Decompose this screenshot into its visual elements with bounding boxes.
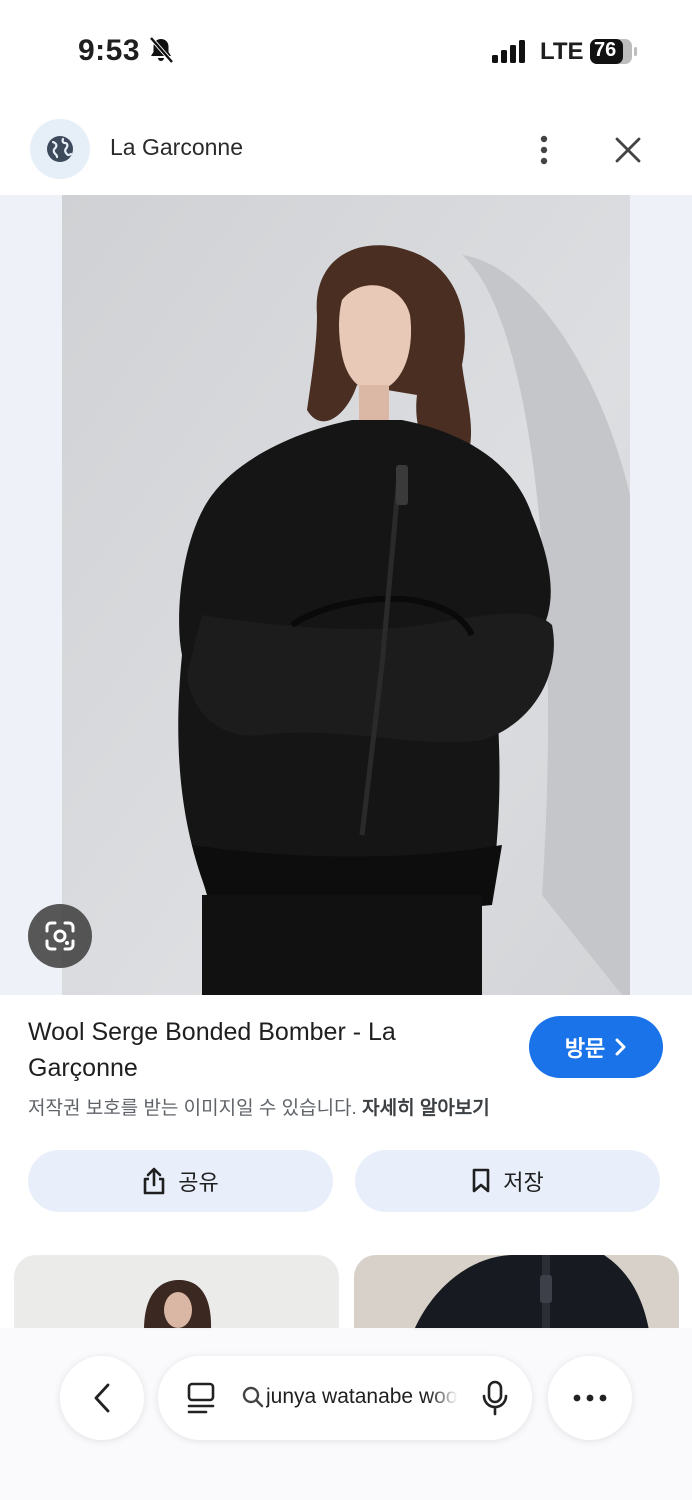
battery-level: 76	[594, 39, 617, 61]
copyright-text: 저작권 보호를 받는 이미지일 수 있습니다.	[28, 1098, 357, 1119]
more-horizontal-icon	[573, 1394, 607, 1402]
learn-more-link[interactable]: 자세히 알아보기	[362, 1098, 490, 1119]
more-vertical-icon	[540, 135, 548, 165]
back-button[interactable]	[60, 1356, 144, 1440]
search-icon	[242, 1386, 264, 1413]
status-bar: 9:53 LTE 76	[0, 0, 692, 100]
bell-muted-icon	[148, 36, 174, 69]
close-icon	[615, 137, 641, 163]
chevron-right-icon	[615, 1038, 626, 1056]
microphone-icon[interactable]	[482, 1380, 508, 1421]
cellular-signal-icon	[492, 40, 528, 69]
save-button[interactable]: 저장	[355, 1150, 660, 1212]
viewer-header: La Garconne	[0, 116, 692, 184]
site-name[interactable]: La Garconne	[110, 134, 243, 161]
share-button[interactable]: 공유	[28, 1150, 333, 1212]
save-label: 저장	[503, 1170, 544, 1195]
site-favicon	[30, 119, 90, 179]
related-image-thumbnail[interactable]	[354, 1255, 679, 1330]
network-type: LTE	[540, 38, 584, 65]
battery-icon: 76	[589, 38, 637, 64]
bottom-toolbar: junya watanabe wool	[0, 1328, 692, 1500]
related-image-thumbnail[interactable]	[14, 1255, 339, 1330]
visual-search-button[interactable]	[28, 904, 92, 968]
search-bar[interactable]: junya watanabe wool	[158, 1356, 532, 1440]
product-photo[interactable]	[62, 195, 630, 995]
share-icon	[143, 1167, 165, 1195]
chevron-left-icon	[94, 1383, 110, 1413]
visit-button[interactable]: 방문	[529, 1016, 663, 1078]
result-title[interactable]: Wool Serge Bonded Bomber - La Garçonne	[28, 1014, 498, 1086]
image-preview-area	[0, 195, 692, 995]
menu-button[interactable]	[548, 1356, 632, 1440]
globe-icon	[47, 136, 73, 162]
status-time: 9:53	[78, 34, 141, 67]
visit-label: 방문	[564, 1036, 606, 1061]
close-button[interactable]	[608, 130, 648, 170]
bookmark-icon	[472, 1168, 490, 1193]
copyright-notice: 저작권 보호를 받는 이미지일 수 있습니다. 자세히 알아보기	[28, 1093, 490, 1120]
tabs-icon[interactable]	[186, 1382, 216, 1419]
more-options-button[interactable]	[528, 130, 560, 170]
lens-icon	[45, 921, 75, 951]
share-label: 공유	[178, 1170, 219, 1195]
search-query[interactable]: junya watanabe wool	[266, 1385, 458, 1409]
